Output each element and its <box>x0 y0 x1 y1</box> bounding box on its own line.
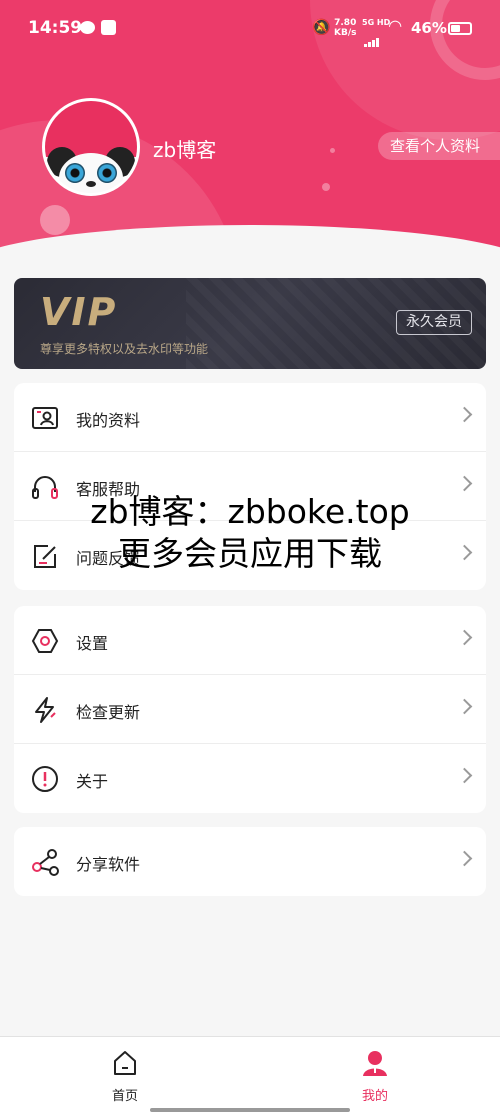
vip-card[interactable]: VIP 尊享更多特权以及去水印等功能 永久会员 <box>14 278 486 369</box>
battery-percent: 46% <box>411 19 447 37</box>
menu-item-settings[interactable]: 设置 <box>14 606 486 675</box>
chevron-right-icon <box>456 850 473 867</box>
mute-icon: 🔕 <box>312 18 331 36</box>
nav-mine[interactable]: 我的 <box>335 1049 415 1104</box>
header-dot <box>330 148 335 153</box>
profile-card-icon <box>32 407 58 429</box>
settings-hex-icon <box>31 629 59 653</box>
signal-icon <box>364 28 380 47</box>
watermark-line-2: 更多会员应用下载 <box>118 534 382 573</box>
nav-home[interactable]: 首页 <box>85 1049 165 1104</box>
bottom-nav: 首页 我的 <box>0 1036 500 1115</box>
username: zb博客 <box>153 138 217 162</box>
user-icon <box>363 1051 387 1076</box>
menu-item-my-profile[interactable]: 我的资料 <box>14 383 486 452</box>
view-profile-button[interactable]: 查看个人资料 <box>378 132 500 160</box>
chevron-right-icon <box>456 629 473 646</box>
net-speed: 7.80 KB/s <box>334 18 356 38</box>
status-bar: 14:59 🔕 7.80 KB/s 5G HD ◠ 46% <box>0 0 500 60</box>
watermark-line-1: zb博客：zbboke.top <box>90 492 410 531</box>
app-notification-icon <box>101 20 116 35</box>
home-indicator[interactable] <box>150 1108 350 1112</box>
vip-logo: VIP <box>40 290 118 334</box>
header-dot <box>40 205 70 235</box>
battery-icon <box>448 22 472 35</box>
avatar[interactable] <box>42 98 140 196</box>
chevron-right-icon <box>456 698 473 715</box>
menu-item-about[interactable]: 关于 <box>14 744 486 813</box>
menu-item-label: 分享软件 <box>76 855 141 874</box>
message-icon <box>80 21 95 34</box>
chevron-right-icon <box>456 767 473 784</box>
status-time: 14:59 <box>28 18 83 38</box>
lightning-icon <box>35 697 56 723</box>
menu-group-app: 设置 检查更新 关于 <box>14 606 486 813</box>
menu-item-share[interactable]: 分享软件 <box>14 827 486 896</box>
share-icon <box>32 849 59 876</box>
info-circle-icon <box>32 766 58 792</box>
menu-group-share: 分享软件 <box>14 827 486 896</box>
menu-item-check-update[interactable]: 检查更新 <box>14 675 486 744</box>
nav-mine-label: 我的 <box>361 1089 388 1104</box>
nav-home-label: 首页 <box>111 1089 138 1104</box>
net-speed-unit: KB/s <box>334 28 357 38</box>
home-icon <box>114 1051 136 1075</box>
vip-description: 尊享更多特权以及去水印等功能 <box>40 342 209 356</box>
chevron-right-icon <box>456 406 473 423</box>
header-dot <box>322 183 330 191</box>
menu-item-label: 关于 <box>76 772 109 791</box>
wifi-icon: ◠ <box>389 16 402 35</box>
network-type: 5G HD <box>362 18 391 27</box>
vip-status-badge: 永久会员 <box>396 310 472 335</box>
menu-item-label: 设置 <box>76 634 109 653</box>
menu-item-label: 检查更新 <box>76 703 141 722</box>
chevron-right-icon <box>456 475 473 492</box>
net-speed-value: 7.80 <box>334 18 357 28</box>
menu-item-label: 我的资料 <box>76 411 141 430</box>
